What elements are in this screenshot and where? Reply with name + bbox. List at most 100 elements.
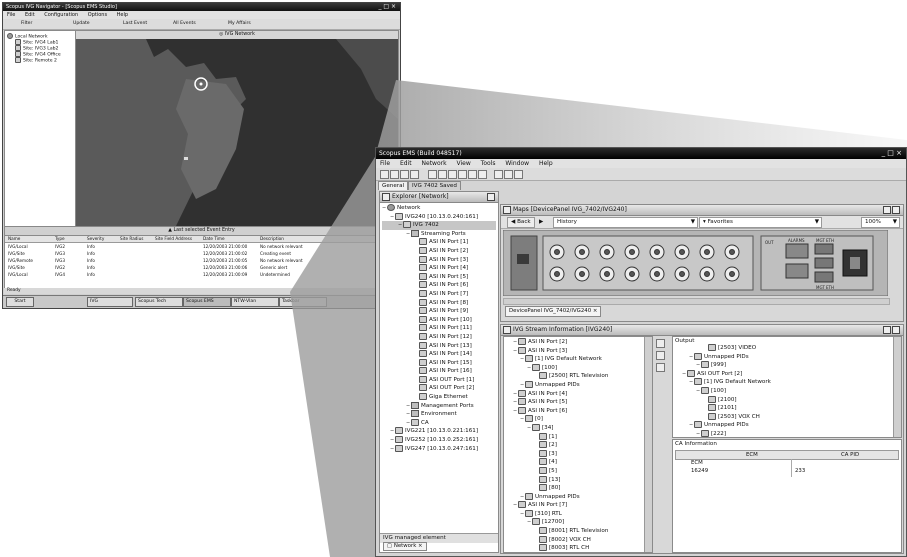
stream-tree-item[interactable]: − ASI IN Port [3] <box>506 346 643 356</box>
output-tree-item[interactable]: − ASI OUT Port [2] <box>675 369 892 379</box>
output-tree-item[interactable]: − [999] <box>675 361 892 370</box>
ca-row[interactable]: ECM <box>675 459 899 467</box>
stream-tree-item[interactable]: [2500] RTL Television <box>506 372 643 381</box>
taskbar-item[interactable]: Scopus Tech <box>135 297 183 307</box>
open-icon[interactable] <box>390 170 399 179</box>
zoom-icon[interactable] <box>504 170 513 179</box>
cut-icon[interactable] <box>428 170 437 179</box>
explorer-tree-item[interactable]: − IVG240 [10.13.0.240:161] <box>382 212 496 222</box>
taskbar-item[interactable]: Taskbar <box>279 297 327 307</box>
output-scrollbar[interactable] <box>893 337 901 437</box>
table-row[interactable]: IVG/Remote IVG3 Info 12/20/2003 21:00:05 No … <box>5 257 398 264</box>
navigator-toolbar-last-event[interactable]: Last Event <box>123 19 147 29</box>
table-row[interactable]: IVG/Site IVG2 Info 12/20/2003 21:00:06 Gener… <box>5 264 398 271</box>
explorer-tree-item[interactable]: ASI IN Port [3] <box>382 255 496 265</box>
col-name[interactable]: Name <box>8 236 20 242</box>
stream-tree-item[interactable]: − [1] IVG Default Network <box>506 355 643 364</box>
stream-tree-item[interactable]: [8003] RTL CH <box>506 544 643 552</box>
ca-col-ecm[interactable]: ECM <box>746 451 758 459</box>
maps-scroll-h[interactable] <box>503 298 890 305</box>
navigator-tree-site[interactable]: Site: Remote 2 <box>7 57 75 64</box>
maximize-icon[interactable] <box>883 206 891 214</box>
explorer-tree-item[interactable]: − IVG252 [10.13.0.252:161] <box>382 436 496 445</box>
explorer-tree-item[interactable]: ASI IN Port [13] <box>382 341 496 351</box>
stream-tree-item[interactable]: [8002] VOX CH <box>506 535 643 545</box>
taskbar-item[interactable]: IVG <box>87 297 133 307</box>
menu-edit[interactable]: Edit <box>400 160 412 167</box>
copy-icon[interactable] <box>438 170 447 179</box>
maps-tab[interactable]: DevicePanel IVG_7402/IVG240 × <box>505 306 602 317</box>
stream-tree-item[interactable]: [1] <box>506 432 643 442</box>
output-tree-item[interactable]: − Unmapped PIDs <box>675 421 892 430</box>
navigator-menu-options[interactable]: Options <box>88 12 107 18</box>
stream-tree-item[interactable]: [80] <box>506 484 643 493</box>
explorer-tree-item[interactable]: − Environment <box>382 410 496 419</box>
favorites-dropdown[interactable]: ▾ Favorites ▼ <box>699 217 822 228</box>
explorer-tree-item[interactable]: ASI IN Port [11] <box>382 324 496 333</box>
properties-icon[interactable] <box>468 170 477 179</box>
output-tree-item[interactable]: [2503] VIDEO <box>675 344 892 353</box>
close-icon[interactable]: × <box>416 543 423 549</box>
menu-file[interactable]: File <box>380 160 390 167</box>
col-severity[interactable]: Severity <box>87 236 104 242</box>
explorer-tree-item[interactable]: Giga Ethernet <box>382 393 496 402</box>
output-tree-item[interactable]: [2101] <box>675 404 892 413</box>
ems-window-controls[interactable]: _ □ × <box>882 148 902 159</box>
restore-icon[interactable] <box>892 326 900 334</box>
explorer-tree-item[interactable]: ASI IN Port [2] <box>382 246 496 256</box>
stream-tree-item[interactable]: − [12700] <box>506 518 643 527</box>
stream-tree-item[interactable]: − [34] <box>506 423 643 433</box>
explorer-tree-item[interactable]: − IVG 7402 <box>382 221 496 230</box>
refresh-icon[interactable] <box>478 170 487 179</box>
table-row[interactable]: IVG/Local IVG2 Info 12/20/2003 21:00:00 No n… <box>5 243 398 250</box>
menu-tools[interactable]: Tools <box>481 160 496 167</box>
stream-tree-item[interactable]: [13] <box>506 475 643 485</box>
paste-icon[interactable] <box>448 170 457 179</box>
explorer-tree-item[interactable]: ASI IN Port [15] <box>382 358 496 368</box>
explorer-tree-item[interactable]: ASI IN Port [16] <box>382 367 496 376</box>
map-arrow-icon[interactable] <box>656 339 665 348</box>
output-tree-item[interactable]: [2503] VOX CH <box>675 412 892 422</box>
stream-tree-item[interactable]: − ASI IN Port [5] <box>506 398 643 407</box>
stream-tree-item[interactable]: − Unmapped PIDs <box>506 492 643 502</box>
input-tree-scrollbar[interactable] <box>644 337 652 552</box>
stream-tree-item[interactable]: − Unmapped PIDs <box>506 380 643 390</box>
stream-tree-item[interactable]: − [100] <box>506 363 643 373</box>
explorer-tree-item[interactable]: ASI IN Port [4] <box>382 264 496 273</box>
navigator-menu-edit[interactable]: Edit <box>25 12 35 18</box>
explorer-tree-item[interactable]: − Streaming Ports <box>382 229 496 239</box>
explorer-tree-item[interactable]: − Network <box>382 204 496 213</box>
explorer-tree-item[interactable]: ASI IN Port [10] <box>382 315 496 325</box>
search-icon[interactable] <box>656 351 665 360</box>
output-tree-item[interactable]: − Unmapped PIDs <box>675 352 892 362</box>
navigator-window-controls[interactable]: _ □ × <box>378 3 396 11</box>
explorer-tree-item[interactable]: − IVG247 [10.13.0.247:161] <box>382 444 496 454</box>
menu-view[interactable]: View <box>457 160 471 167</box>
menu-help[interactable]: Help <box>539 160 553 167</box>
col-site-field[interactable]: Site Field Address <box>155 236 192 242</box>
navigator-toolbar-my-affairs[interactable]: My Affairs <box>228 19 251 29</box>
restore-icon[interactable] <box>892 206 900 214</box>
start-button[interactable]: Start <box>6 297 34 307</box>
explorer-tree-item[interactable]: ASI IN Port [1] <box>382 238 496 247</box>
network-map[interactable] <box>76 39 398 226</box>
explorer-tree-item[interactable]: − CA <box>382 418 496 428</box>
explorer-tree-item[interactable]: ASI IN Port [9] <box>382 307 496 316</box>
menu-network[interactable]: Network <box>422 160 447 167</box>
explorer-tree-item[interactable]: − IVG221 [10.13.0.221:161] <box>382 427 496 436</box>
stream-tree-item[interactable]: − ASI IN Port [2] <box>506 338 643 347</box>
ca-col-capid[interactable]: CA PID <box>841 451 859 459</box>
explorer-tree-item[interactable]: ASI IN Port [14] <box>382 350 496 359</box>
forward-icon[interactable]: ▶ <box>539 216 543 228</box>
navigator-toolbar-filter[interactable]: Filter <box>21 19 32 29</box>
new-icon[interactable] <box>380 170 389 179</box>
col-type[interactable]: Type <box>55 236 65 242</box>
stream-tree-item[interactable]: − ASI IN Port [6] <box>506 406 643 416</box>
history-dropdown[interactable]: History ▼ <box>553 217 698 228</box>
delete-icon[interactable] <box>458 170 467 179</box>
ca-row[interactable]: 16249 233 <box>675 467 899 475</box>
stream-tree-item[interactable]: [2] <box>506 441 643 450</box>
stream-tree-item[interactable]: [4] <box>506 458 643 467</box>
map-icon[interactable] <box>514 170 523 179</box>
explorer-tree-item[interactable]: ASI OUT Port [2] <box>382 384 496 393</box>
